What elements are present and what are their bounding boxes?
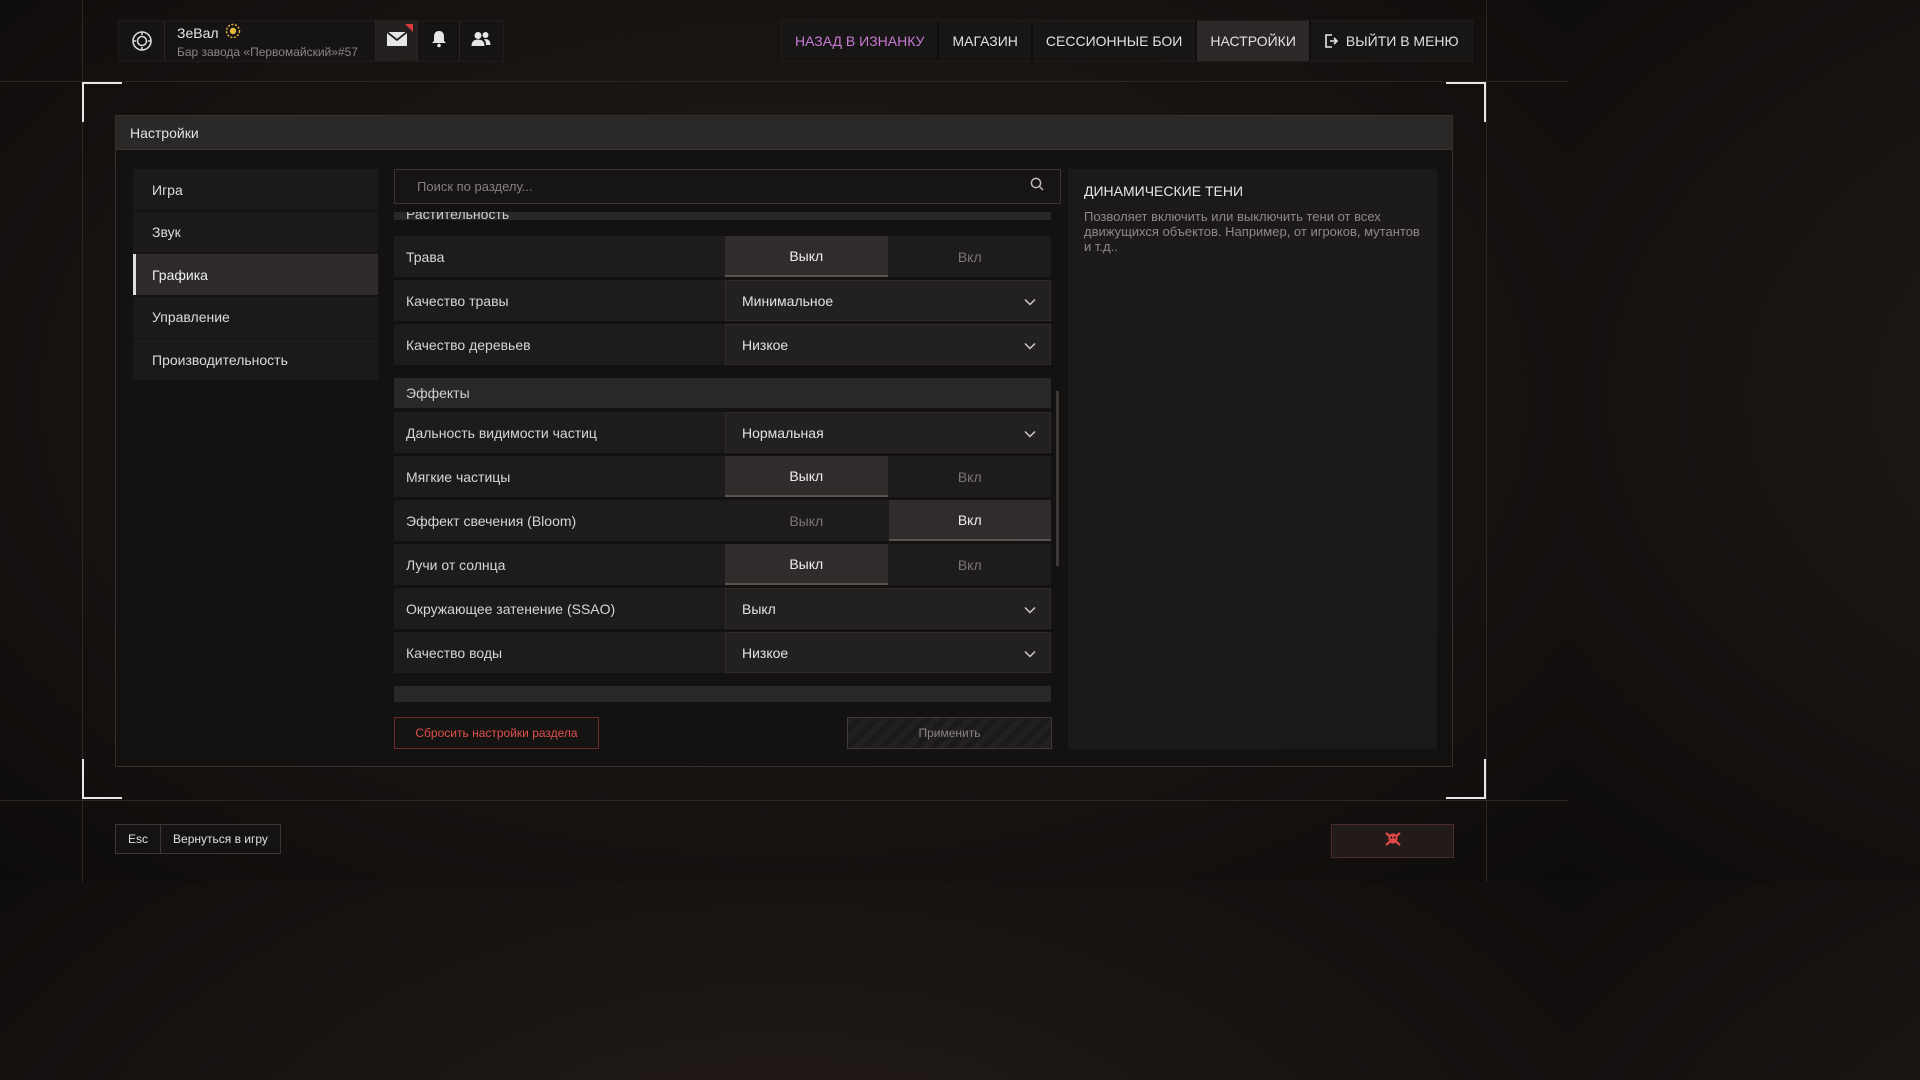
sun-badge-icon <box>225 23 241 42</box>
settings-panel: Настройки Игра Звук Графика Управление П… <box>115 115 1453 767</box>
friends-button[interactable] <box>459 21 501 61</box>
toggle-bloom: Выкл Вкл <box>725 500 1051 541</box>
settings-scrollbar[interactable] <box>1056 391 1059 566</box>
sidebar-item-game[interactable]: Игра <box>133 169 378 210</box>
toggle-sun-rays: Выкл Вкл <box>725 544 1051 585</box>
exit-icon <box>1324 34 1338 48</box>
chevron-down-icon <box>1024 425 1036 441</box>
toggle-option-on[interactable]: Вкл <box>888 456 1051 497</box>
dropdown-value: Выкл <box>742 600 776 617</box>
toggle-option-off[interactable]: Выкл <box>725 236 888 277</box>
chevron-down-icon <box>1024 293 1036 309</box>
setting-label: Дальность видимости частиц <box>406 424 597 441</box>
setting-label: Качество травы <box>406 292 509 309</box>
nav-back-to-inside[interactable]: НАЗАД В ИЗНАНКУ <box>782 21 940 61</box>
player-name[interactable]: ЗеВал <box>177 25 219 41</box>
settings-sidebar: Игра Звук Графика Управление Производите… <box>133 169 378 382</box>
shield-logo-icon[interactable] <box>119 21 165 61</box>
nav-session-battles[interactable]: СЕССИОННЫЕ БОИ <box>1033 21 1198 61</box>
toggle-option-on[interactable]: Вкл <box>888 544 1051 585</box>
setting-row-soft-particles: Мягкие частицы Выкл Вкл <box>394 456 1051 497</box>
setting-label: Качество воды <box>406 644 503 661</box>
bell-icon <box>431 30 447 53</box>
chevron-down-icon <box>1024 645 1036 661</box>
setting-row-tree-quality: Качество деревьев Низкое <box>394 324 1051 365</box>
toggle-option-off[interactable]: Выкл <box>725 500 888 541</box>
setting-label: Трава <box>406 248 445 265</box>
section-vegetation: Растительность <box>394 212 1051 220</box>
chevron-down-icon <box>1024 601 1036 617</box>
esc-key-hint: Esc <box>116 825 162 853</box>
dropdown-value: Минимальное <box>742 292 834 309</box>
dropdown-water-quality[interactable]: Низкое <box>725 632 1051 673</box>
description-text: Позволяет включить или выключить тени от… <box>1084 209 1420 254</box>
section-vegetation-label: Растительность <box>406 212 510 220</box>
setting-row-bloom: Эффект свечения (Bloom) Выкл Вкл <box>394 500 1051 541</box>
section-next-partial <box>394 686 1051 702</box>
setting-label: Мягкие частицы <box>406 468 511 485</box>
sidebar-item-sound[interactable]: Звук <box>133 211 378 253</box>
back-to-game-button[interactable]: Esc Вернуться в игру <box>115 824 281 854</box>
panel-title: Настройки <box>116 116 1452 150</box>
profile-bar: ЗеВал Бар завода «Первомайский»#57 <box>118 20 504 62</box>
section-effects: Эффекты <box>394 378 1051 408</box>
dropdown-value: Низкое <box>742 336 789 353</box>
frame-line-top <box>0 81 1568 82</box>
setting-row-particle-distance: Дальность видимости частиц Нормальная <box>394 412 1051 453</box>
toggle-option-on[interactable]: Вкл <box>888 500 1051 541</box>
settings-list[interactable]: Растительность Трава Выкл Вкл Качество т… <box>394 212 1051 702</box>
dropdown-value: Низкое <box>742 644 789 661</box>
skull-crossbones-icon <box>1384 831 1402 852</box>
toggle-option-off[interactable]: Выкл <box>725 456 888 497</box>
sidebar-item-controls[interactable]: Управление <box>133 296 378 338</box>
reset-section-button[interactable]: Сбросить настройки раздела <box>394 717 599 749</box>
nav-exit-label: ВЫЙТИ В МЕНЮ <box>1345 33 1459 49</box>
description-panel: ДИНАМИЧЕСКИЕ ТЕНИ Позволяет включить или… <box>1068 169 1437 749</box>
toggle-grass: Выкл Вкл <box>725 236 1051 277</box>
dropdown-particle-distance[interactable]: Нормальная <box>725 412 1051 453</box>
setting-row-ssao: Окружающее затенение (SSAO) Выкл <box>394 588 1051 629</box>
sidebar-item-performance[interactable]: Производительность <box>133 339 378 380</box>
setting-label: Качество деревьев <box>406 336 531 353</box>
apply-button[interactable]: Применить <box>847 717 1052 749</box>
search-box <box>394 169 1061 204</box>
setting-label: Лучи от солнца <box>406 556 506 573</box>
toggle-soft-particles: Выкл Вкл <box>725 456 1051 497</box>
toggle-option-on[interactable]: Вкл <box>888 236 1051 277</box>
search-input[interactable] <box>417 179 1030 194</box>
setting-row-water-quality: Качество воды Низкое <box>394 632 1051 673</box>
nav-settings[interactable]: НАСТРОЙКИ <box>1197 21 1311 61</box>
frame-line-left <box>82 0 83 882</box>
mail-icon <box>385 30 408 52</box>
frame-line-bottom <box>0 800 1568 801</box>
dropdown-grass-quality[interactable]: Минимальное <box>725 280 1051 321</box>
chevron-down-icon <box>1024 337 1036 353</box>
setting-label: Окружающее затенение (SSAO) <box>406 600 616 617</box>
setting-row-grass: Трава Выкл Вкл <box>394 236 1051 277</box>
dropdown-value: Нормальная <box>742 424 824 441</box>
nav-shop[interactable]: МАГАЗИН <box>939 21 1033 61</box>
nav-exit-to-menu[interactable]: ВЫЙТИ В МЕНЮ <box>1311 21 1472 61</box>
unread-indicator <box>405 24 413 32</box>
setting-label: Эффект свечения (Bloom) <box>406 512 577 529</box>
top-navigation: НАЗАД В ИЗНАНКУ МАГАЗИН СЕССИОННЫЕ БОИ Н… <box>781 20 1473 62</box>
toggle-option-off[interactable]: Выкл <box>725 544 888 585</box>
search-icon[interactable] <box>1030 177 1044 196</box>
setting-row-sun-rays: Лучи от солнца Выкл Вкл <box>394 544 1051 585</box>
sidebar-item-graphics[interactable]: Графика <box>133 254 378 295</box>
back-to-game-label: Вернуться в игру <box>173 832 268 846</box>
setting-row-grass-quality: Качество травы Минимальное <box>394 280 1051 321</box>
friends-icon <box>471 31 491 52</box>
dropdown-tree-quality[interactable]: Низкое <box>725 324 1051 365</box>
player-location: Бар завода «Первомайский»#57 <box>177 45 358 59</box>
frame-line-right <box>1486 0 1487 882</box>
notifications-button[interactable] <box>417 21 459 61</box>
description-title: ДИНАМИЧЕСКИЕ ТЕНИ <box>1084 183 1244 199</box>
skull-button[interactable] <box>1331 824 1454 858</box>
dropdown-ssao[interactable]: Выкл <box>725 588 1051 629</box>
mail-button[interactable] <box>375 21 417 61</box>
